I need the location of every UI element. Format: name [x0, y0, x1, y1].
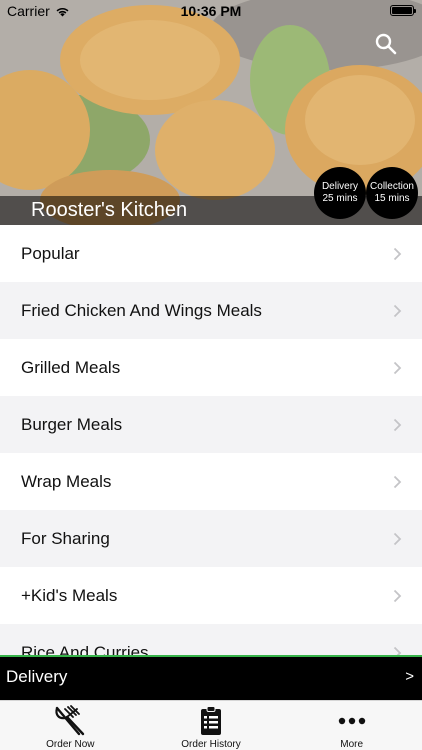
category-row-popular[interactable]: Popular	[0, 225, 422, 282]
tab-order-history[interactable]: Order History	[141, 701, 282, 750]
category-label: Popular	[21, 243, 80, 263]
category-label: Grilled Meals	[21, 357, 121, 377]
chevron-right-icon	[393, 247, 402, 261]
chevron-right-icon	[393, 361, 402, 375]
collection-badge-label: Collection	[370, 181, 414, 192]
menu-category-list[interactable]: Popular Fried Chicken And Wings Meals Gr…	[0, 225, 422, 657]
category-label: Burger Meals	[21, 414, 123, 434]
category-label: Wrap Meals	[21, 471, 112, 491]
category-row-for-sharing[interactable]: For Sharing	[0, 510, 422, 567]
restaurant-name: Rooster's Kitchen	[31, 199, 188, 221]
chevron-right-icon	[393, 304, 402, 318]
bottom-tab-bar: Order Now Order History More	[0, 700, 422, 750]
category-row-fried-chicken[interactable]: Fried Chicken And Wings Meals	[0, 282, 422, 339]
tab-label: Order Now	[46, 739, 95, 750]
tab-more[interactable]: More	[281, 701, 422, 750]
collection-time-badge: Collection 15 mins	[366, 167, 418, 219]
clipboard-list-icon	[201, 706, 221, 735]
chevron-right-icon	[393, 589, 402, 603]
order-mode-bar[interactable]: Delivery >	[0, 655, 422, 700]
battery-icon	[390, 5, 416, 16]
order-mode-arrow: >	[405, 668, 414, 685]
category-label: For Sharing	[21, 528, 110, 548]
search-icon[interactable]	[374, 32, 398, 56]
fork-knife-icon	[55, 705, 85, 736]
delivery-badge-time: 25 mins	[322, 193, 358, 204]
category-row-burger-meals[interactable]: Burger Meals	[0, 396, 422, 453]
order-mode-label: Delivery	[6, 667, 68, 686]
tab-order-now[interactable]: Order Now	[0, 701, 141, 750]
collection-badge-time: 15 mins	[374, 193, 410, 204]
category-label: Fried Chicken And Wings Meals	[21, 300, 262, 320]
tab-label: More	[340, 739, 364, 750]
chevron-right-icon	[393, 475, 402, 489]
delivery-time-badge: Delivery 25 mins	[314, 167, 366, 219]
tab-label: Order History	[181, 739, 241, 750]
status-bar: Carrier 10:36 PM	[0, 0, 422, 22]
more-dots-icon	[338, 717, 365, 725]
category-label: +Kid's Meals	[21, 585, 118, 605]
chevron-right-icon	[393, 532, 402, 546]
category-row-rice-and-curries[interactable]: Rice And Curries	[0, 624, 422, 657]
category-row-wrap-meals[interactable]: Wrap Meals	[0, 453, 422, 510]
delivery-badge-label: Delivery	[321, 181, 359, 192]
category-row-grilled-meals[interactable]: Grilled Meals	[0, 339, 422, 396]
hero-banner: Carrier 10:36 PM Rooster's Kitchen Deliv…	[0, 0, 422, 225]
status-time: 10:36 PM	[180, 3, 242, 19]
category-row-kids-meals[interactable]: +Kid's Meals	[0, 567, 422, 624]
chevron-right-icon	[393, 418, 402, 432]
